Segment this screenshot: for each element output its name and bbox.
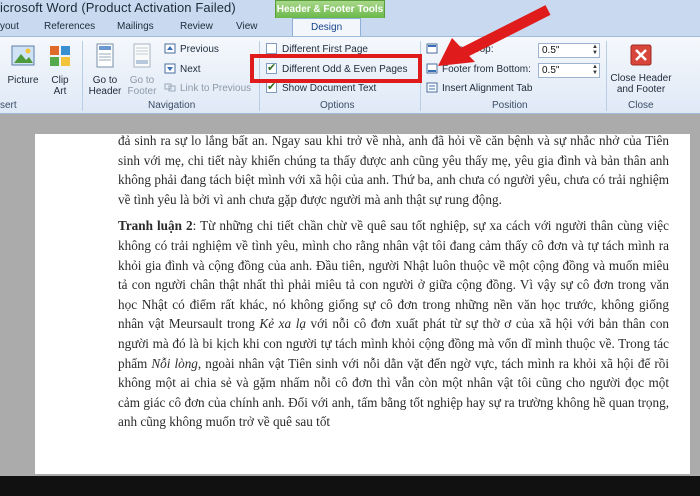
annotation-arrow bbox=[438, 5, 551, 66]
argument-label: Tranh luận 2 bbox=[118, 218, 193, 234]
paragraph: Tranh luận 2: Từ những chi tiết chần chừ… bbox=[118, 218, 670, 430]
bottom-bar bbox=[0, 476, 700, 496]
document-area: đả sinh ra sự lo lắng bất an. Ngay sau k… bbox=[0, 114, 700, 496]
paragraph: đả sinh ra sự lo lắng bất an. Ngay sau k… bbox=[118, 134, 669, 207]
document-body[interactable]: đả sinh ra sự lo lắng bất an. Ngay sau k… bbox=[118, 134, 669, 439]
document-page[interactable]: đả sinh ra sự lo lắng bất an. Ngay sau k… bbox=[35, 134, 690, 474]
